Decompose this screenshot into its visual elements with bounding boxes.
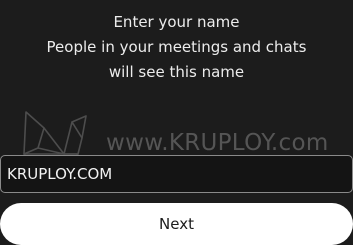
prompt-title: Enter your name [113,13,240,31]
name-prompt: Enter your name People in your meetings … [0,10,353,85]
name-input[interactable] [0,155,353,193]
next-button[interactable]: Next [0,203,353,245]
prompt-description-line-2: will see this name [108,63,245,81]
prompt-description-line-1: People in your meetings and chats [46,38,307,56]
name-entry-dialog: Enter your name People in your meetings … [0,0,353,245]
watermark-text: www.KRUPLOY.com [106,130,329,156]
